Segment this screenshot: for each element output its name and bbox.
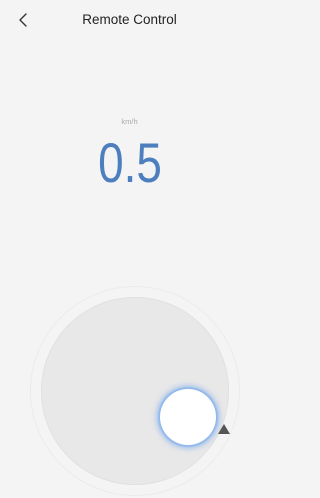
triangle-up-icon <box>218 424 230 434</box>
joystick-pad[interactable] <box>41 297 229 485</box>
speed-value: 0.5 <box>98 132 162 190</box>
svg-text:0.5: 0.5 <box>98 132 162 190</box>
speed-display: 0.5 <box>0 130 259 190</box>
joystick-knob[interactable] <box>160 389 216 445</box>
joystick[interactable] <box>30 286 240 496</box>
page-title: Remote Control <box>82 12 177 27</box>
top-bar: Remote Control <box>0 0 259 44</box>
speed-unit: km/h <box>121 117 138 126</box>
